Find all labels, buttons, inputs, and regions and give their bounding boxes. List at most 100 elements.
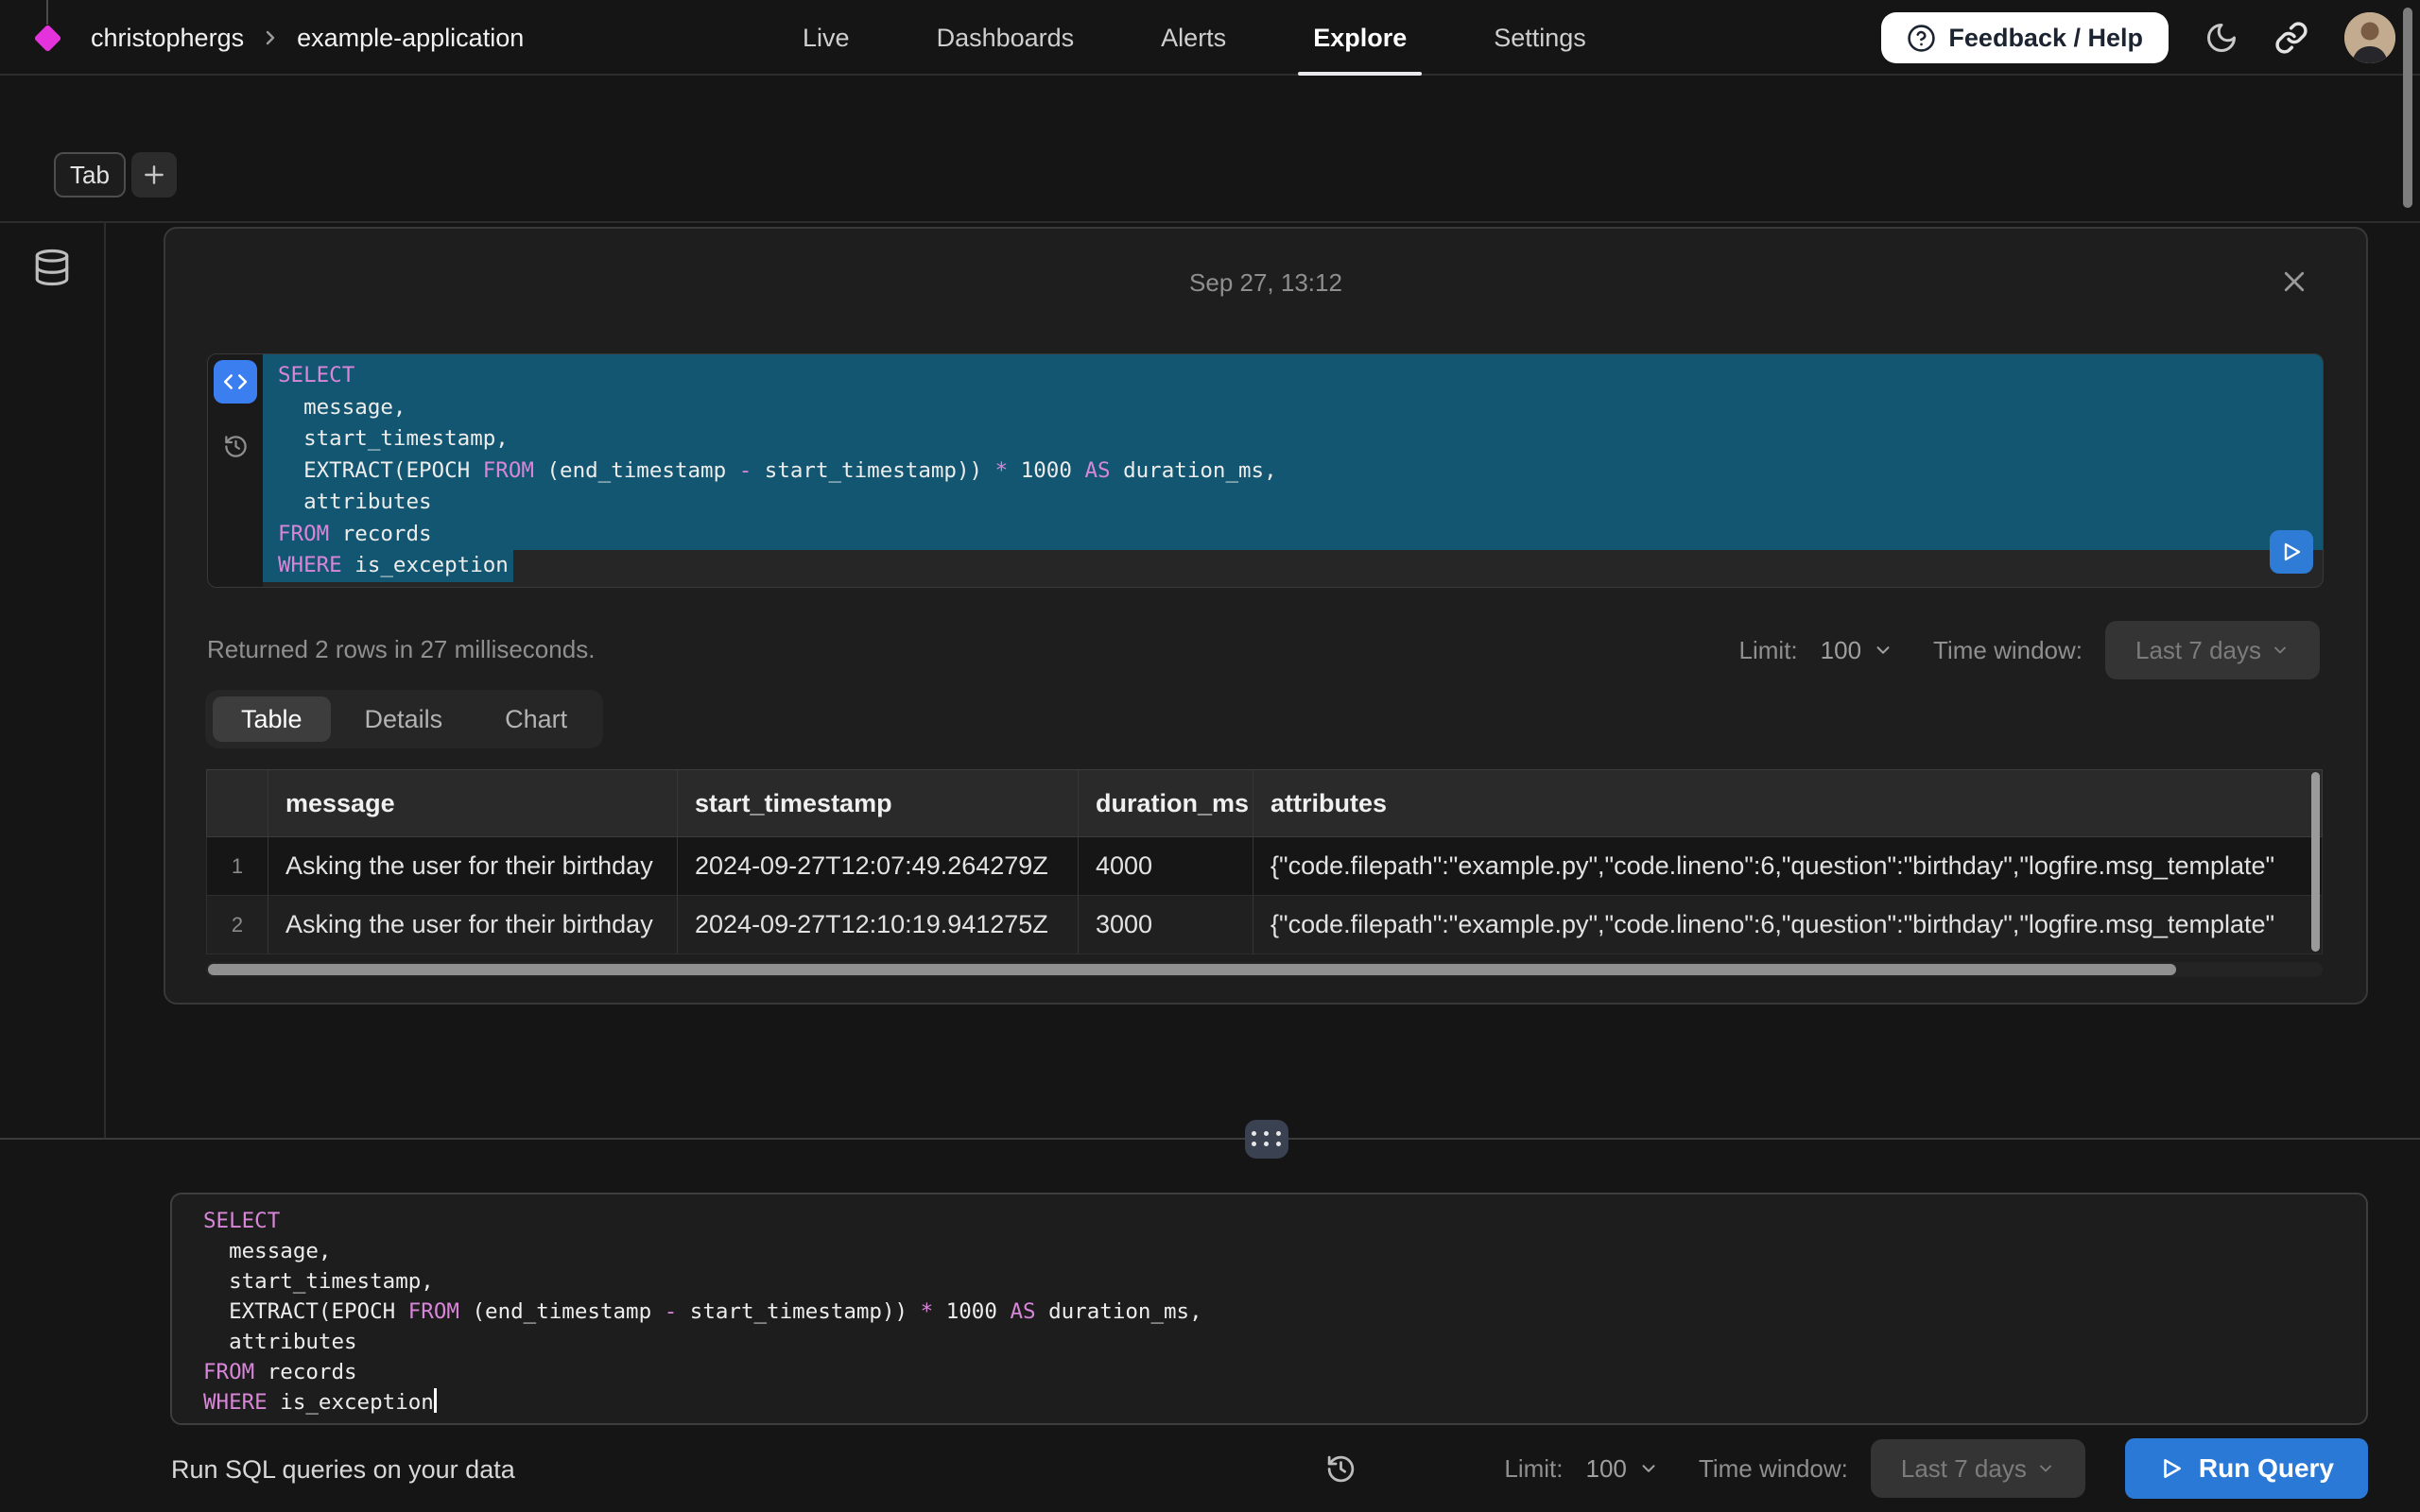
editor-hint: Run SQL queries on your data [171,1455,515,1485]
main-nav: Live Dashboards Alerts Explore Settings [803,0,1586,76]
add-tab-button[interactable] [131,152,177,198]
feedback-help-button[interactable]: Feedback / Help [1881,12,2169,63]
limit-dropdown[interactable]: 100 [1586,1454,1659,1484]
table-cell: 1 [207,837,268,895]
table-vertical-scrollbar[interactable] [2311,772,2320,952]
feedback-help-label: Feedback / Help [1948,24,2143,53]
history-icon[interactable] [223,434,249,459]
editor-sql-line: attributes [203,1327,2366,1357]
column-header-start_timestamp: start_timestamp [677,770,1078,836]
logfire-logo-diamond[interactable] [34,25,62,53]
chevron-down-icon [1873,640,1893,661]
table-cell: 3000 [1078,896,1253,954]
sql-editor[interactable]: SELECT message, start_timestamp, EXTRACT… [170,1193,2368,1425]
sql-line: start_timestamp, [263,423,2323,455]
top-navigation-bar: christophergs example-application Live Da… [0,0,2420,76]
logo-tick [46,0,48,25]
table-row[interactable]: 2Asking the user for their birthday2024-… [206,896,2323,954]
table-cell: {"code.filepath":"example.py","code.line… [1253,896,2322,954]
nav-item-live[interactable]: Live [803,0,850,76]
run-snippet-play-button[interactable] [2270,530,2313,574]
view-tab-table[interactable]: Table [213,696,331,742]
table-header-row: messagestart_timestampduration_msattribu… [206,769,2323,837]
query-tab-label: Tab [70,161,110,190]
result-controls: Limit: 100 Time window: Last 7 days [1739,621,2320,679]
text-cursor [434,1388,437,1413]
sql-snippet-gutter [208,354,263,587]
editor-sql-line: WHERE is_exception [203,1387,2366,1418]
sql-selection-highlight: SELECT message, start_timestamp, EXTRACT… [263,354,2323,550]
play-icon [2159,1456,2184,1481]
query-result-card: Sep 27, 13:12 SELECT message, start_time… [164,227,2368,1005]
table-row[interactable]: 1Asking the user for their birthday2024-… [206,837,2323,896]
editor-sql-line: FROM records [203,1357,2366,1387]
topbar-actions: Feedback / Help [1881,0,2395,76]
table-cell: {"code.filepath":"example.py","code.line… [1253,837,2322,895]
editor-sql-line: SELECT [203,1206,2366,1236]
chevron-right-icon [259,26,282,49]
time-window-dropdown[interactable]: Last 7 days [1871,1439,2085,1498]
editor-sql-line: EXTRACT(EPOCH FROM (end_timestamp - star… [203,1297,2366,1327]
theme-toggle-moon-icon[interactable] [2204,21,2238,55]
column-header-message: message [268,770,677,836]
sql-line: FROM records [263,519,2323,551]
table-cell: 4000 [1078,837,1253,895]
result-meta: Returned 2 rows in 27 milliseconds. [207,635,595,664]
table-cell: Asking the user for their birthday [268,896,677,954]
breadcrumb-project[interactable]: example-application [297,24,524,53]
nav-item-settings[interactable]: Settings [1494,0,1586,76]
run-query-label: Run Query [2199,1453,2334,1484]
chevron-down-icon [2036,1459,2055,1478]
chevron-down-icon [2271,641,2290,660]
time-window-dropdown[interactable]: Last 7 days [2105,621,2320,679]
table-cell: 2024-09-27T12:10:19.941275Z [677,896,1078,954]
column-header-row-number [207,770,268,836]
result-view-tabs: TableDetailsChart [205,690,603,748]
view-tab-details[interactable]: Details [337,696,472,742]
limit-label: Limit: [1739,636,1798,665]
table-cell: 2024-09-27T12:07:49.264279Z [677,837,1078,895]
time-window-label: Time window: [1699,1454,1848,1484]
database-schema-icon[interactable] [32,248,72,287]
limit-label: Limit: [1504,1454,1563,1484]
query-timestamp: Sep 27, 13:12 [165,268,2366,298]
user-avatar[interactable] [2344,12,2395,63]
editor-sql-line: start_timestamp, [203,1266,2366,1297]
sql-line: WHERE is_exception [263,550,513,582]
nav-item-explore[interactable]: Explore [1313,0,1407,76]
code-brackets-button[interactable] [214,360,257,404]
view-tab-chart[interactable]: Chart [476,696,596,742]
share-link-icon[interactable] [2274,21,2308,55]
table-horizontal-scrollbar-thumb[interactable] [208,964,2176,975]
table-cell: 2 [207,896,268,954]
sql-line: EXTRACT(EPOCH FROM (end_timestamp - star… [263,455,2323,488]
sql-line: message, [263,392,2323,424]
sql-snippet-code[interactable]: SELECT message, start_timestamp, EXTRACT… [263,354,2323,587]
sql-line: attributes [263,487,2323,519]
close-icon[interactable] [2277,265,2311,299]
help-circle-icon [1907,24,1936,53]
table-horizontal-scrollbar[interactable] [206,962,2323,977]
result-table: messagestart_timestampduration_msattribu… [206,769,2323,977]
plus-icon [142,163,166,187]
time-window-label: Time window: [1933,636,2083,665]
table-cell: Asking the user for their birthday [268,837,677,895]
nav-item-alerts[interactable]: Alerts [1161,0,1226,76]
pane-splitter-handle[interactable] [1245,1120,1288,1159]
column-header-attributes: attributes [1253,770,2322,836]
nav-item-dashboards[interactable]: Dashboards [937,0,1075,76]
query-tab[interactable]: Tab [54,152,126,198]
sql-snippet-block: SELECT message, start_timestamp, EXTRACT… [207,353,2324,588]
breadcrumb: christophergs example-application [91,0,524,76]
run-query-button[interactable]: Run Query [2125,1438,2368,1499]
sql-line: SELECT [263,360,2323,392]
chevron-down-icon [1638,1458,1659,1479]
limit-dropdown[interactable]: 100 [1821,636,1893,665]
editor-sql-line: message, [203,1236,2366,1266]
left-sidebar [0,223,106,1138]
pane-splitter-line [0,1138,2420,1140]
query-history-icon[interactable] [1325,1453,1357,1485]
breadcrumb-org[interactable]: christophergs [91,24,244,53]
editor-vertical-scrollbar[interactable] [2403,8,2412,208]
editor-controls: Limit: 100 Time window: Last 7 days Run … [1504,1438,2368,1499]
